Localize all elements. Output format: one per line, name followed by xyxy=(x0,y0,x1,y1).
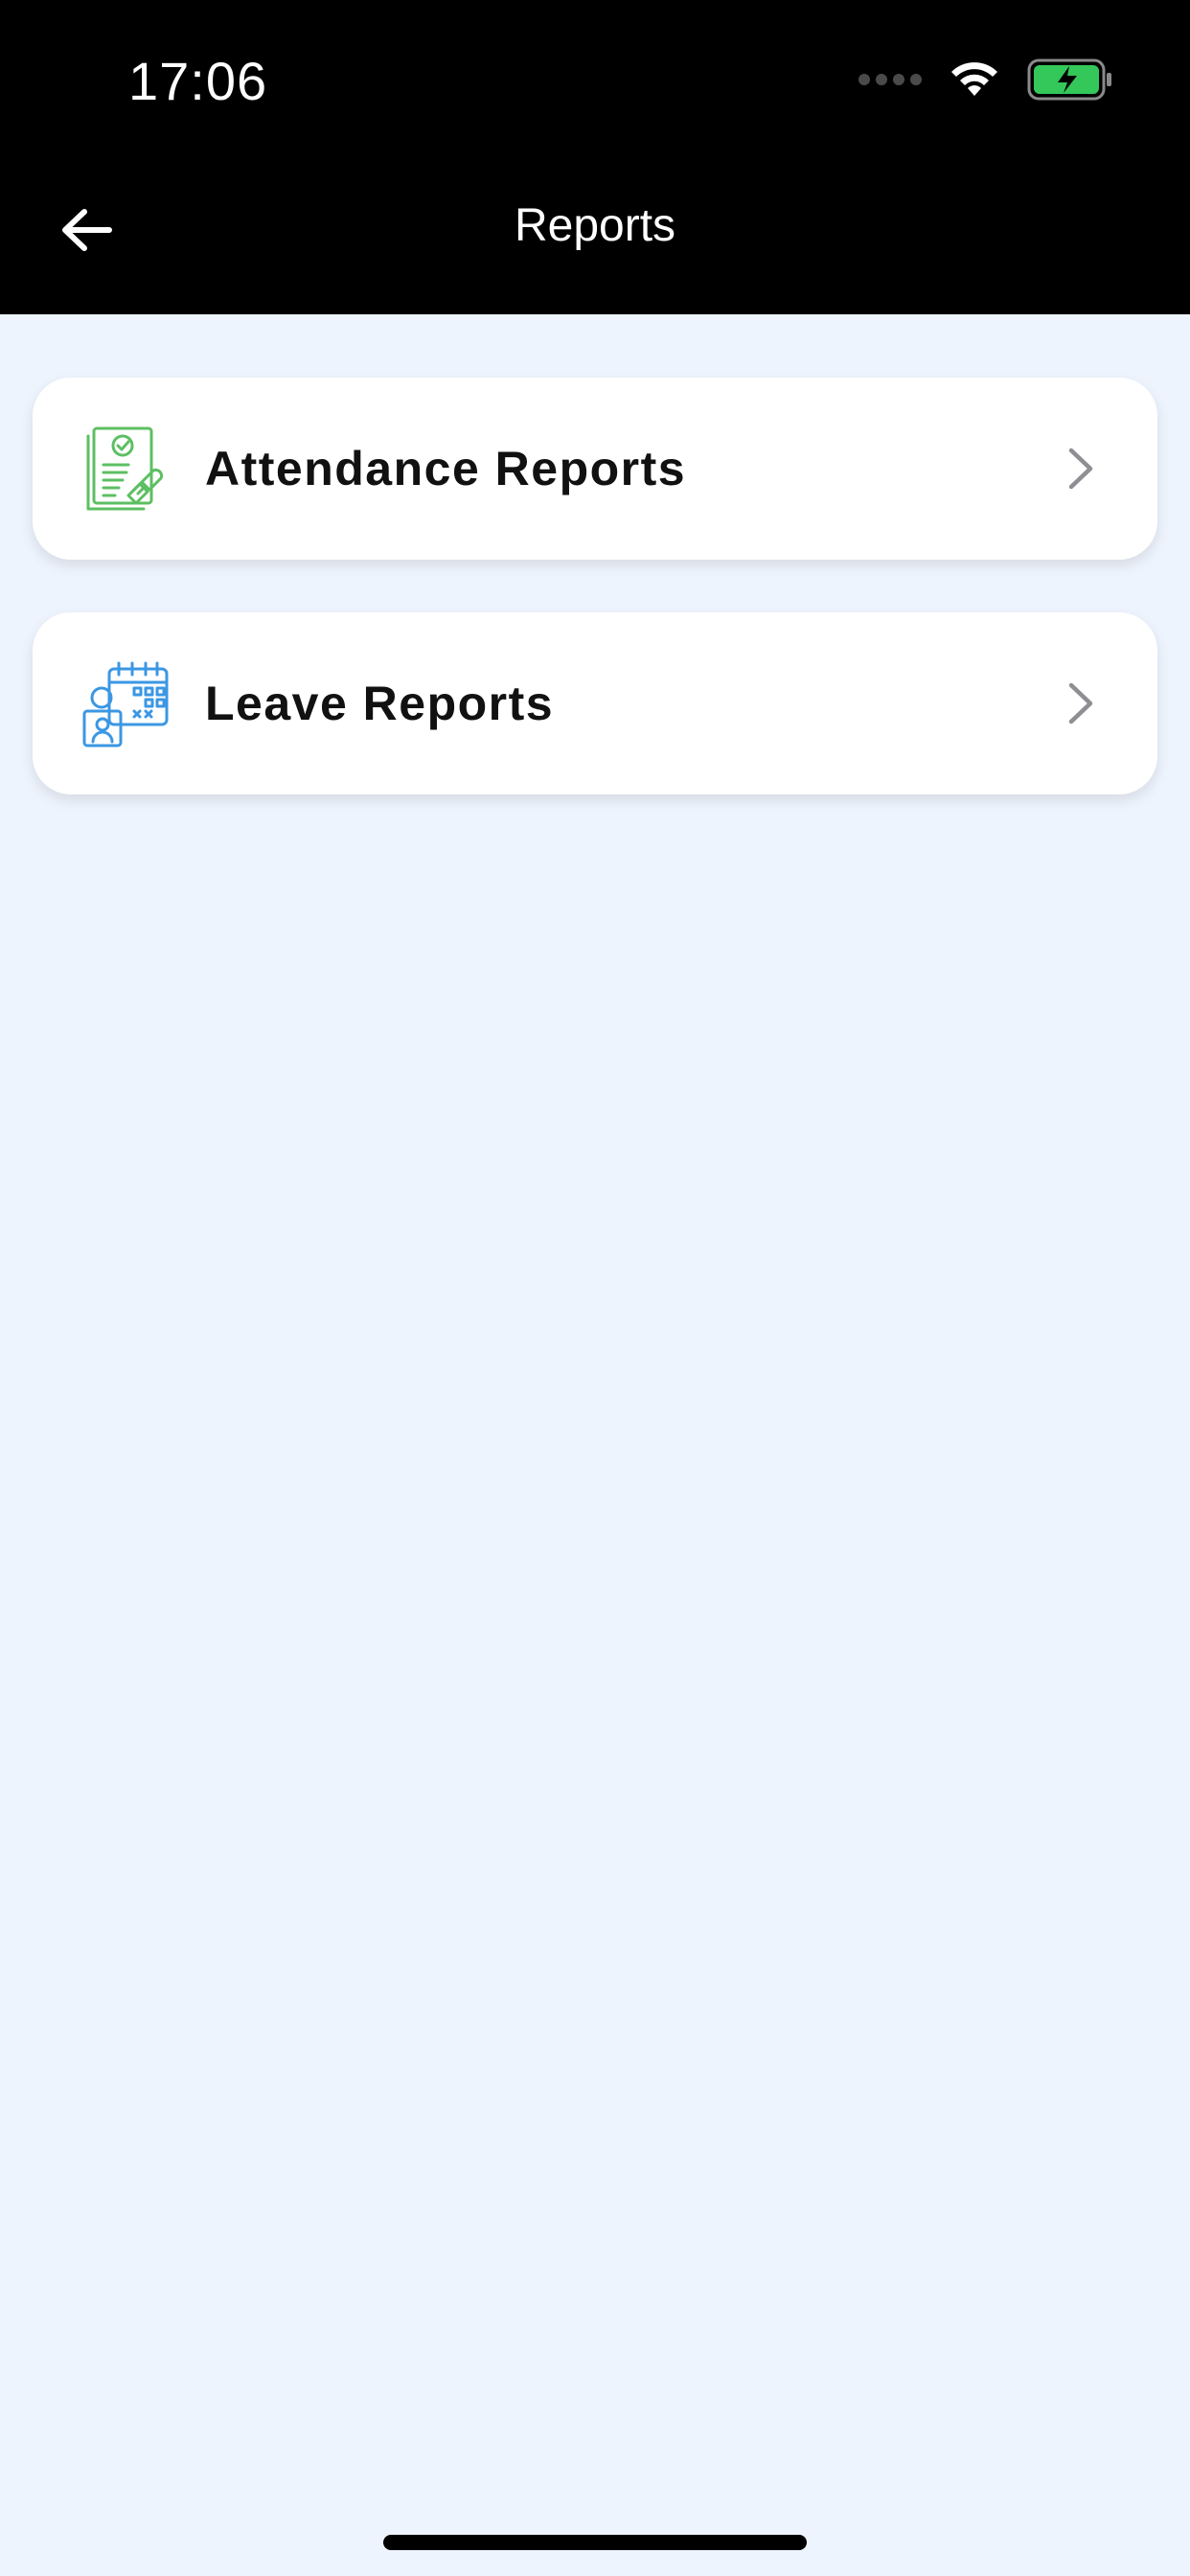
status-time: 17:06 xyxy=(128,51,268,111)
attendance-reports-item[interactable]: Attendance Reports xyxy=(33,378,1157,560)
leave-calendar-icon xyxy=(82,661,169,748)
chevron-right-icon xyxy=(1068,448,1093,490)
page-title: Reports xyxy=(514,200,676,251)
leave-reports-item[interactable]: Leave Reports xyxy=(33,612,1157,794)
top-bar: 17:06 Reports xyxy=(0,0,1190,314)
attendance-reports-label: Attendance Reports xyxy=(205,442,687,495)
wifi-icon xyxy=(951,62,997,96)
chevron-right-icon xyxy=(1068,682,1093,724)
home-indicator[interactable] xyxy=(383,2535,807,2550)
attendance-report-icon xyxy=(86,426,164,511)
signal-dots-icon xyxy=(858,74,922,85)
leave-reports-label: Leave Reports xyxy=(205,677,555,730)
battery-charging-icon xyxy=(1027,58,1111,101)
status-icons xyxy=(858,56,1113,104)
